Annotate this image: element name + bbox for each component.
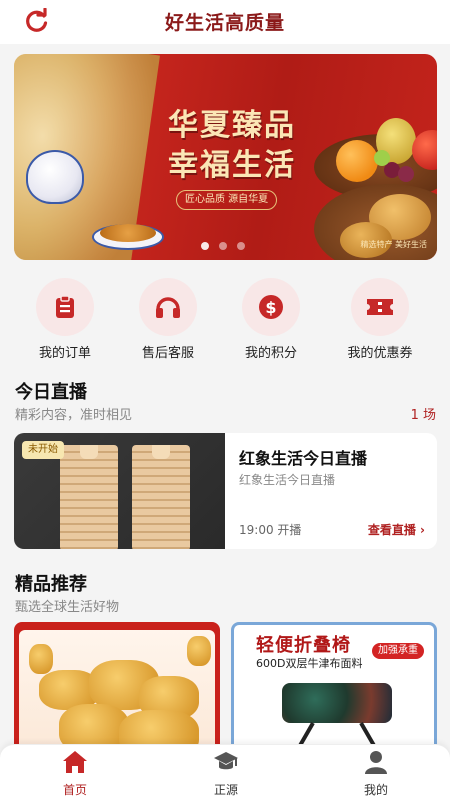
headphones-icon	[156, 297, 180, 318]
ticket-icon	[367, 299, 393, 315]
banner-tagline: 匠心品质 源自华夏	[176, 190, 278, 210]
quick-action-points[interactable]: $ 我的积分	[216, 278, 326, 361]
tab-home[interactable]: 首页	[35, 749, 115, 798]
home-icon	[63, 751, 87, 773]
washboard-image	[132, 445, 190, 549]
recommend-section-subtitle: 甄选全球生活好物	[15, 600, 120, 615]
quick-action-label: 我的积分	[244, 346, 297, 361]
graduation-cap-icon	[214, 752, 238, 770]
view-live-link[interactable]: 查看直播 ›	[368, 521, 425, 538]
tab-label: 正源	[213, 783, 238, 797]
live-cover-image: 未开始	[14, 433, 225, 549]
dollar-coin-icon: $	[259, 295, 283, 319]
top-bar: 好生活高质量	[0, 0, 450, 44]
tab-zhengyuan[interactable]: 正源	[186, 749, 266, 798]
user-icon	[365, 751, 387, 774]
banner-slogan-line1: 华夏臻品	[168, 108, 296, 143]
live-section-title: 今日直播	[15, 382, 87, 403]
quick-actions: 我的订单 售后客服 $ 我的积分 我的优惠券	[0, 278, 450, 361]
carousel-dot[interactable]	[219, 242, 227, 250]
live-start-time: 19:00 开播	[239, 523, 302, 537]
product-subtitle: 600D双层牛津布面料	[256, 657, 363, 670]
quick-action-coupons[interactable]: 我的优惠券	[325, 278, 435, 361]
carousel-dot[interactable]	[201, 242, 209, 250]
svg-text:$: $	[265, 298, 276, 317]
product-card[interactable]: 轻便折叠椅 加强承重 600D双层牛津布面料	[231, 622, 437, 762]
quick-action-label: 我的订单	[38, 346, 91, 361]
tab-label: 我的	[363, 783, 388, 797]
banner-orange-image	[336, 140, 378, 182]
live-section-subtitle: 精彩内容，准时相见	[15, 408, 133, 423]
quick-action-orders[interactable]: 我的订单	[10, 278, 120, 361]
product-title: 轻便折叠椅	[256, 635, 351, 656]
carousel-indicator	[201, 242, 245, 250]
product-tag: 加强承重	[372, 643, 424, 659]
snack-product-image	[19, 630, 215, 762]
banner-caption: 精选特产 美好生活	[360, 240, 427, 249]
recommend-section-title: 精品推荐	[15, 574, 87, 595]
live-title: 红象生活今日直播	[239, 449, 368, 468]
banner-slogan: 华夏臻品 幸福生活	[142, 106, 322, 186]
page-title: 好生活高质量	[164, 12, 285, 34]
banner-teapot-image	[26, 150, 84, 204]
clipboard-icon	[56, 295, 74, 318]
status-badge: 未开始	[22, 441, 64, 459]
quick-action-label: 我的优惠券	[347, 346, 413, 361]
banner-grape-image	[398, 166, 414, 182]
quick-action-label: 售后客服	[141, 346, 194, 361]
quick-action-service[interactable]: 售后客服	[113, 278, 223, 361]
washboard-image	[60, 445, 118, 549]
banner-slogan-line2: 幸福生活	[168, 148, 296, 183]
live-count: 1 场	[410, 408, 436, 423]
banner-tea-image	[100, 224, 156, 242]
product-card[interactable]	[14, 622, 220, 762]
bottom-tab-bar: 首页 正源 我的	[0, 744, 450, 800]
tab-profile[interactable]: 我的	[336, 749, 416, 798]
folding-stool-image	[282, 683, 392, 723]
live-card[interactable]: 未开始 红象生活今日直播 红象生活今日直播 19:00 开播 查看直播 ›	[14, 433, 437, 549]
promo-banner[interactable]: 华夏臻品 幸福生活 匠心品质 源自华夏 精选特产 美好生活	[14, 54, 437, 260]
banner-grape-image	[374, 150, 390, 166]
live-description: 红象生活今日直播	[239, 473, 336, 487]
tab-label: 首页	[62, 783, 87, 797]
carousel-dot[interactable]	[237, 242, 245, 250]
